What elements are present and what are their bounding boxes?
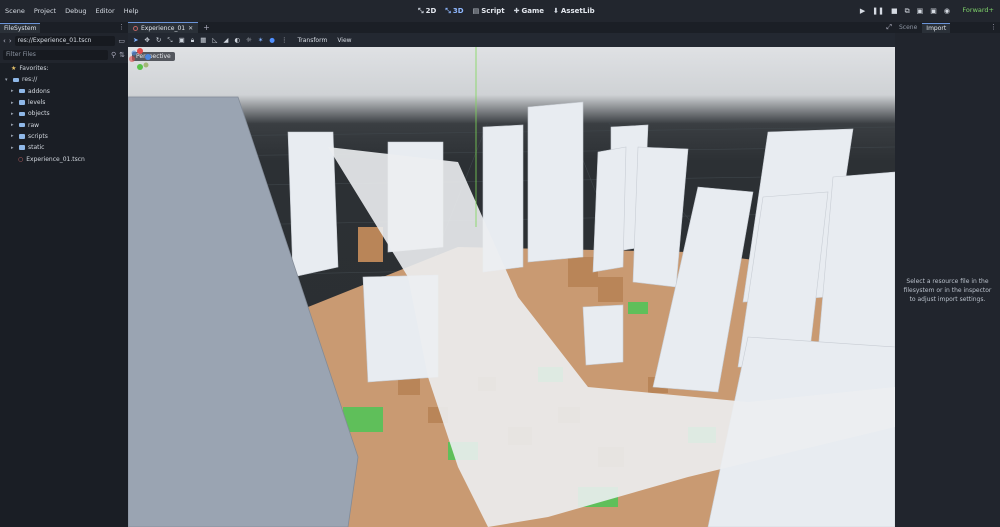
menu-editor[interactable]: Editor	[95, 7, 114, 15]
chevron-down-icon[interactable]: ▾	[5, 77, 10, 83]
movie-maker-icon[interactable]: ◉	[944, 7, 950, 15]
transform-menu[interactable]: Transform	[297, 37, 327, 44]
folder-icon	[19, 111, 25, 117]
lock-icon[interactable]: 🔒︎	[191, 36, 194, 45]
stop-icon[interactable]: ■	[891, 7, 898, 15]
dock-menu-icon[interactable]: ⋮	[990, 23, 997, 31]
filesystem-tree: ★ Favorites: ▾ res:// ▸ addons ▸ levels …	[0, 63, 128, 527]
split-view-icon[interactable]: ▭	[118, 37, 125, 45]
3d-viewport[interactable]: Perspective	[128, 47, 895, 527]
play-scene-icon[interactable]: ▣	[917, 7, 924, 15]
viewport-toolbar: ➤ ✥ ↻ ⤡ ▣ 🔒︎ ▦ ◺ ◢ ◐ ☼ ✶ ● ⋮ Transform V…	[128, 33, 895, 47]
chevron-right-icon[interactable]: ▸	[11, 122, 16, 128]
remote-debug-icon[interactable]: ⧉	[905, 7, 910, 16]
2d-icon: ⤡	[418, 6, 424, 15]
folder-icon	[19, 145, 25, 150]
preview-environment-icon[interactable]: ●	[269, 36, 275, 44]
play-custom-icon[interactable]: ▣	[930, 7, 937, 15]
tree-item-scripts[interactable]: ▸ scripts	[0, 131, 128, 142]
tab-scene[interactable]: Scene	[895, 23, 921, 32]
back-icon[interactable]: ‹	[3, 37, 6, 45]
right-dock: Scene Import ⋮ Select a resource file in…	[895, 22, 1000, 527]
menu-scene[interactable]: Scene	[5, 7, 25, 15]
add-tab-icon[interactable]: +	[203, 23, 210, 32]
main-screen-switcher: ⤡ 2D ⤡ 3D ▤ Script ✚ Game ⬇ AssetLib	[418, 0, 595, 22]
chevron-right-icon[interactable]: ▸	[11, 100, 16, 106]
3d-icon: ⤡	[445, 6, 451, 15]
scale-tool-icon[interactable]: ⤡	[167, 36, 172, 45]
view-menu[interactable]: View	[337, 37, 351, 44]
menu-help[interactable]: Help	[124, 7, 139, 15]
renderer-selector[interactable]: Forward+	[962, 6, 994, 14]
menu-debug[interactable]: Debug	[65, 7, 86, 15]
folder-icon	[19, 100, 25, 105]
more-icon[interactable]: ⋮	[281, 36, 288, 44]
mode-assetlib-button[interactable]: ⬇ AssetLib	[553, 7, 595, 15]
move-tool-icon[interactable]: ✥	[144, 36, 149, 44]
folder-icon	[13, 77, 19, 83]
folder-icon	[19, 88, 25, 94]
import-help-text: Select a resource file in the filesystem…	[903, 278, 992, 303]
menu-project[interactable]: Project	[34, 7, 56, 15]
mode-3d-button[interactable]: ⤡ 3D	[445, 7, 463, 16]
filter-files-input[interactable]: Filter Files	[3, 49, 108, 60]
tab-filesystem[interactable]: FileSystem	[0, 22, 41, 33]
play-icon[interactable]: ▶	[860, 7, 865, 15]
top-menu-bar: Scene Project Debug Editor Help ⤡ 2D ⤡ 3…	[0, 0, 1000, 22]
folder-icon	[19, 134, 25, 139]
group-icon[interactable]: ▦	[200, 36, 206, 44]
distraction-free-icon[interactable]: ⤢	[886, 23, 892, 32]
rotate-tool-icon[interactable]: ↻	[156, 36, 161, 44]
sun-icon[interactable]: ☼	[246, 36, 252, 44]
close-icon[interactable]: ✕	[188, 25, 193, 32]
chevron-right-icon[interactable]: ▸	[11, 133, 16, 139]
scene-file-icon: ○	[18, 155, 24, 163]
assetlib-icon: ⬇	[553, 7, 559, 15]
city-scene	[128, 47, 895, 527]
scene-root-icon	[133, 25, 138, 31]
filesystem-dock-tabs: FileSystem	[0, 22, 128, 33]
tree-item-addons[interactable]: ▸ addons	[0, 86, 128, 97]
preview-sun-icon[interactable]: ✶	[258, 36, 263, 44]
dock-menu-icon[interactable]: ⋮	[118, 23, 125, 31]
filesystem-filter-row: Filter Files ⚲ ⇅	[3, 49, 125, 60]
select-tool-icon[interactable]: ➤	[133, 36, 138, 44]
chevron-right-icon[interactable]: ▸	[11, 111, 16, 117]
tree-root[interactable]: ▾ res://	[0, 74, 128, 85]
scene-tab-experience[interactable]: Experience_01 ✕	[128, 22, 199, 33]
pause-icon[interactable]: ❚❚	[872, 7, 884, 15]
mode-script-button[interactable]: ▤ Script	[473, 7, 505, 15]
snap-icon[interactable]: ◐	[234, 36, 240, 44]
sort-icon[interactable]: ⇅	[119, 51, 125, 59]
run-controls: ▶ ❚❚ ■ ⧉ ▣ ▣ ◉	[860, 0, 950, 22]
chevron-right-icon[interactable]: ▸	[11, 88, 16, 94]
main-menu: Scene Project Debug Editor Help	[0, 7, 139, 15]
selectable-icon[interactable]: ▣	[179, 36, 185, 44]
mode-game-button[interactable]: ✚ Game	[514, 7, 544, 15]
forward-icon[interactable]: ›	[9, 37, 12, 45]
star-icon: ★	[11, 65, 17, 73]
orientation-gizmo-icon[interactable]	[128, 47, 152, 71]
ruler-icon[interactable]: ◺	[212, 36, 217, 44]
game-icon: ✚	[513, 7, 520, 15]
script-icon: ▤	[472, 7, 480, 15]
tree-item-objects[interactable]: ▸ objects	[0, 108, 128, 119]
tree-item-scene-file[interactable]: ○ Experience_01.tscn	[0, 153, 128, 164]
folder-icon	[19, 122, 25, 128]
chevron-right-icon[interactable]: ▸	[11, 145, 16, 151]
scene-tabs: Experience_01 ✕ + ⤢	[128, 22, 895, 33]
filesystem-dock: FileSystem ⋮ ‹ › res://Experience_01.tsc…	[0, 22, 128, 527]
tab-import[interactable]: Import	[922, 22, 951, 33]
tree-item-raw[interactable]: ▸ raw	[0, 119, 128, 130]
tree-favorites[interactable]: ★ Favorites:	[0, 63, 128, 74]
filesystem-path-row: ‹ › res://Experience_01.tscn ▭	[3, 35, 125, 46]
tree-item-static[interactable]: ▸ static	[0, 142, 128, 153]
path-input[interactable]: res://Experience_01.tscn	[14, 35, 116, 46]
mode-2d-button[interactable]: ⤡ 2D	[418, 7, 436, 16]
tree-item-levels[interactable]: ▸ levels	[0, 97, 128, 108]
right-dock-tabs: Scene Import	[895, 22, 1000, 33]
search-icon: ⚲	[110, 50, 117, 59]
local-space-icon[interactable]: ◢	[223, 36, 228, 44]
